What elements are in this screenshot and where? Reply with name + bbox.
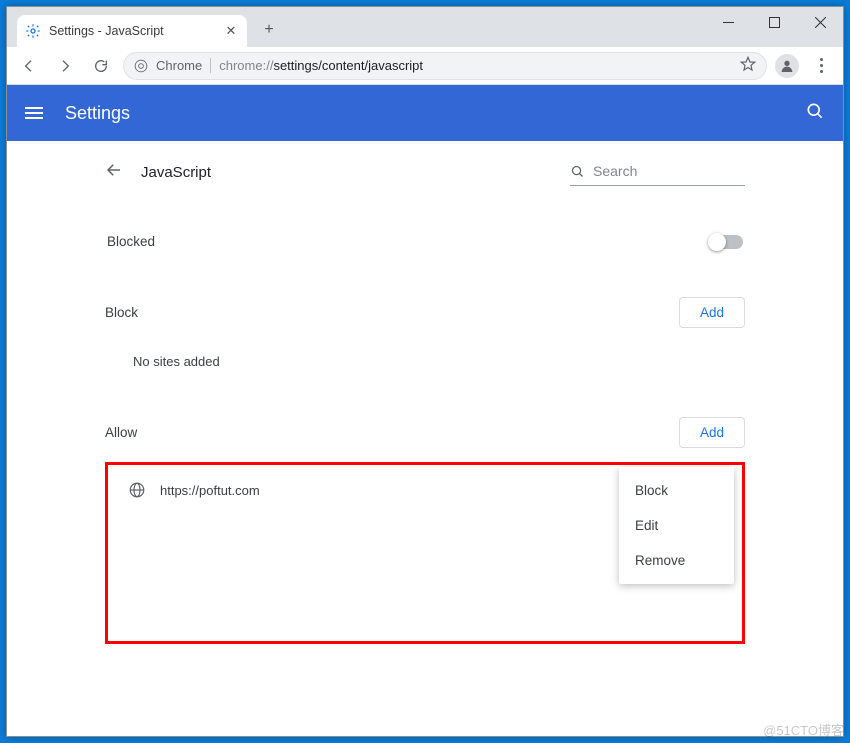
chrome-icon <box>134 59 148 73</box>
allow-section-label: Allow <box>105 425 137 440</box>
blocked-toggle-label: Blocked <box>107 234 155 249</box>
reload-button[interactable] <box>87 52 115 80</box>
context-menu-edit[interactable]: Edit <box>619 508 734 543</box>
browser-window: Settings - JavaScript ✕ + Chrome chr <box>6 6 844 737</box>
add-allow-button[interactable]: Add <box>679 417 745 448</box>
new-tab-button[interactable]: + <box>255 16 283 44</box>
block-section-label: Block <box>105 305 138 320</box>
profile-avatar[interactable] <box>775 54 799 78</box>
close-window-button[interactable] <box>797 7 843 37</box>
maximize-button[interactable] <box>751 7 797 37</box>
settings-title: Settings <box>65 103 130 124</box>
page-title: JavaScript <box>141 164 211 181</box>
add-block-button[interactable]: Add <box>679 297 745 328</box>
forward-button[interactable] <box>51 52 79 80</box>
omnibox[interactable]: Chrome chrome://settings/content/javascr… <box>123 52 767 80</box>
browser-menu-button[interactable] <box>807 52 835 80</box>
blocked-toggle[interactable] <box>709 235 743 249</box>
omnibox-prefix: Chrome <box>156 58 211 73</box>
back-arrow-icon[interactable] <box>105 161 123 184</box>
close-tab-icon[interactable]: ✕ <box>223 23 239 39</box>
content: JavaScript Search Blocked Block Add No s… <box>105 159 745 664</box>
titlebar: Settings - JavaScript ✕ + <box>7 7 843 47</box>
omnibox-url: chrome://settings/content/javascript <box>219 58 423 73</box>
minimize-button[interactable] <box>705 7 751 37</box>
back-button[interactable] <box>15 52 43 80</box>
allow-site-url: https://poftut.com <box>160 483 260 498</box>
search-placeholder: Search <box>593 163 637 179</box>
page-search-input[interactable]: Search <box>570 159 745 186</box>
tab-title: Settings - JavaScript <box>49 24 215 38</box>
bookmark-star-icon[interactable] <box>740 56 756 75</box>
browser-tab[interactable]: Settings - JavaScript ✕ <box>17 15 247 47</box>
no-sites-text: No sites added <box>133 354 745 369</box>
globe-icon <box>128 481 146 499</box>
site-context-menu: Block Edit Remove <box>619 467 734 584</box>
gear-icon <box>25 23 41 39</box>
context-menu-remove[interactable]: Remove <box>619 543 734 578</box>
menu-icon[interactable] <box>25 107 43 119</box>
context-menu-block[interactable]: Block <box>619 473 734 508</box>
watermark: @51CTO博客 <box>763 720 844 739</box>
highlight-box: https://poftut.com Block Edit Remove <box>105 462 745 644</box>
settings-search-button[interactable] <box>805 101 825 126</box>
settings-header: Settings <box>7 85 843 141</box>
browser-toolbar: Chrome chrome://settings/content/javascr… <box>7 47 843 85</box>
